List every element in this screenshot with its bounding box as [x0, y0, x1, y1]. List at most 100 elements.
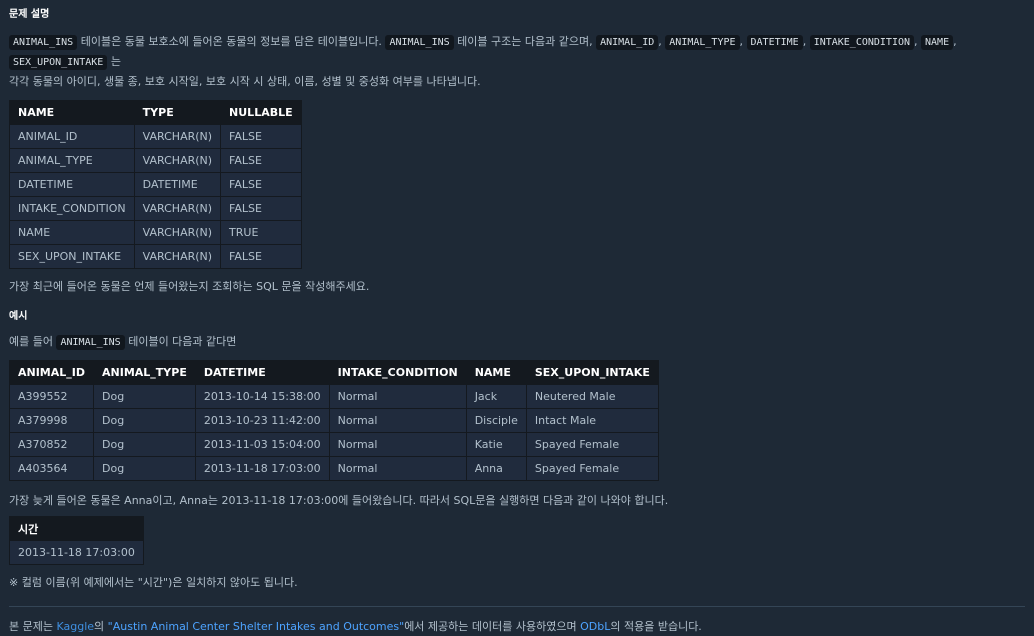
table-cell: Spayed Female — [525, 432, 659, 457]
header-cell: 시간 — [9, 516, 144, 541]
table-cell: VARCHAR(N) — [133, 220, 222, 245]
column-name-note: ※ 컬럼 이름(위 예제에서는 "시간")은 일치하지 않아도 됩니다. — [9, 576, 298, 589]
table-cell: Dog — [93, 384, 196, 409]
table-cell: ANIMAL_TYPE — [9, 148, 135, 173]
table-name-code: ANIMAL_INS — [385, 35, 454, 50]
table-cell: Anna — [465, 456, 527, 481]
table-cell: INTAKE_CONDITION — [9, 196, 135, 221]
header-cell: NAME — [9, 100, 135, 125]
table-cell: Neutered Male — [525, 384, 659, 409]
table-row: ANIMAL_TYPE VARCHAR(N) FALSE — [9, 148, 302, 173]
table-cell: DATETIME — [133, 172, 222, 197]
problem-description: 문제 설명 ANIMAL_INS 테이블은 동물 보호소에 들어온 동물의 정보… — [0, 0, 1034, 636]
header-cell: SEX_UPON_INTAKE — [525, 360, 659, 385]
example-lead-prefix: 예를 들어 — [9, 335, 53, 348]
table-cell: FALSE — [220, 148, 302, 173]
table-header-row: ANIMAL_ID ANIMAL_TYPE DATETIME INTAKE_CO… — [8, 360, 659, 385]
table-cell: Normal — [328, 456, 467, 481]
example-data-table: ANIMAL_ID ANIMAL_TYPE DATETIME INTAKE_CO… — [8, 360, 659, 481]
intro-text-2: 테이블 구조는 다음과 같으며, — [457, 35, 593, 48]
table-cell: Dog — [93, 432, 196, 457]
table-cell: Normal — [328, 432, 467, 457]
schema-table: NAME TYPE NULLABLE ANIMAL_ID VARCHAR(N) … — [9, 100, 302, 269]
description-heading: 문제 설명 — [9, 9, 50, 20]
table-cell: VARCHAR(N) — [133, 244, 222, 269]
table-cell: Normal — [328, 408, 467, 433]
result-table: 시간 2013-11-18 17:03:00 — [9, 516, 144, 565]
divider — [9, 606, 1025, 607]
table-cell: Dog — [93, 456, 196, 481]
table-row: SEX_UPON_INTAKE VARCHAR(N) FALSE — [9, 244, 302, 269]
question-text: 가장 최근에 들어온 동물은 언제 들어왔는지 조회하는 SQL 문을 작성해주… — [9, 280, 370, 293]
header-cell: INTAKE_CONDITION — [328, 360, 467, 385]
table-row: ANIMAL_ID VARCHAR(N) FALSE — [9, 124, 302, 149]
dataset-link[interactable]: "Austin Animal Center Shelter Intakes an… — [108, 620, 405, 633]
header-cell: TYPE — [133, 100, 222, 125]
header-cell: NULLABLE — [220, 100, 302, 125]
table-cell: NAME — [9, 220, 135, 245]
table-cell: 2013-10-14 15:38:00 — [194, 384, 330, 409]
header-cell: ANIMAL_ID — [8, 360, 95, 385]
intro-text-3: 는 — [110, 55, 121, 68]
table-row: A370852 Dog 2013-11-03 15:04:00 Normal K… — [8, 432, 659, 457]
table-cell: FALSE — [220, 244, 302, 269]
table-cell: SEX_UPON_INTAKE — [9, 244, 135, 269]
column-code: SEX_UPON_INTAKE — [9, 55, 108, 70]
table-cell: Spayed Female — [525, 456, 659, 481]
column-code: ANIMAL_TYPE — [665, 35, 740, 50]
table-cell: A379998 — [8, 408, 95, 433]
table-cell: A399552 — [8, 384, 95, 409]
table-cell: TRUE — [220, 220, 302, 245]
column-code: DATETIME — [746, 35, 803, 50]
table-row: INTAKE_CONDITION VARCHAR(N) FALSE — [9, 196, 302, 221]
table-cell: Intact Male — [525, 408, 659, 433]
table-name-code: ANIMAL_INS — [56, 335, 125, 350]
table-cell: VARCHAR(N) — [133, 196, 222, 221]
table-cell: 2013-11-18 17:03:00 — [194, 456, 330, 481]
table-cell: VARCHAR(N) — [133, 148, 222, 173]
table-row: A379998 Dog 2013-10-23 11:42:00 Normal D… — [8, 408, 659, 433]
table-row: NAME VARCHAR(N) TRUE — [9, 220, 302, 245]
column-code: NAME — [921, 35, 954, 50]
footer-suffix: 의 적용을 받습니다. — [610, 620, 702, 633]
table-row: 2013-11-18 17:03:00 — [9, 540, 144, 565]
table-cell: DATETIME — [9, 172, 135, 197]
header-cell: NAME — [465, 360, 527, 385]
table-cell: ANIMAL_ID — [9, 124, 135, 149]
table-cell: A370852 — [8, 432, 95, 457]
odbl-license-link[interactable]: ODbL — [580, 620, 610, 633]
table-cell: Normal — [328, 384, 467, 409]
footer-prefix: 본 문제는 — [9, 620, 53, 633]
table-row: DATETIME DATETIME FALSE — [9, 172, 302, 197]
intro-paragraph: ANIMAL_INS 테이블은 동물 보호소에 들어온 동물의 정보를 담은 테… — [9, 35, 957, 88]
example-lead-suffix: 테이블이 다음과 같다면 — [128, 335, 237, 348]
table-cell: A403564 — [8, 456, 95, 481]
kaggle-link[interactable]: Kaggle — [56, 620, 94, 633]
table-cell: Katie — [465, 432, 527, 457]
table-name-code: ANIMAL_INS — [9, 35, 78, 50]
table-header-row: NAME TYPE NULLABLE — [9, 100, 302, 125]
footer-mid1: 의 — [94, 620, 105, 633]
table-cell: Dog — [93, 408, 196, 433]
header-cell: ANIMAL_TYPE — [93, 360, 196, 385]
table-cell: FALSE — [220, 172, 302, 197]
table-cell: FALSE — [220, 196, 302, 221]
footer-mid2: 에서 제공하는 데이터를 사용하였으며 — [404, 620, 577, 633]
table-header-row: 시간 — [9, 516, 144, 541]
table-row: A399552 Dog 2013-10-14 15:38:00 Normal J… — [8, 384, 659, 409]
table-cell: 2013-10-23 11:42:00 — [194, 408, 330, 433]
example-heading: 예시 — [9, 311, 28, 322]
header-cell: DATETIME — [194, 360, 330, 385]
table-cell: FALSE — [220, 124, 302, 149]
example-lead: 예를 들어 ANIMAL_INS 테이블이 다음과 같다면 — [9, 332, 1025, 352]
table-cell: Jack — [465, 384, 527, 409]
intro-text-line2: 각각 동물의 아이디, 생물 종, 보호 시작일, 보호 시작 시 상태, 이름… — [9, 75, 481, 88]
license-footer: 본 문제는 Kaggle의 "Austin Animal Center Shel… — [9, 617, 1025, 636]
column-code: INTAKE_CONDITION — [809, 35, 915, 50]
intro-text-1: 테이블은 동물 보호소에 들어온 동물의 정보를 담은 테이블입니다. — [80, 35, 382, 48]
table-cell: VARCHAR(N) — [133, 124, 222, 149]
table-cell: Disciple — [465, 408, 527, 433]
example-explanation: 가장 늦게 들어온 동물은 Anna이고, Anna는 2013-11-18 1… — [9, 494, 669, 507]
table-cell: 2013-11-18 17:03:00 — [9, 540, 144, 565]
table-cell: 2013-11-03 15:04:00 — [194, 432, 330, 457]
